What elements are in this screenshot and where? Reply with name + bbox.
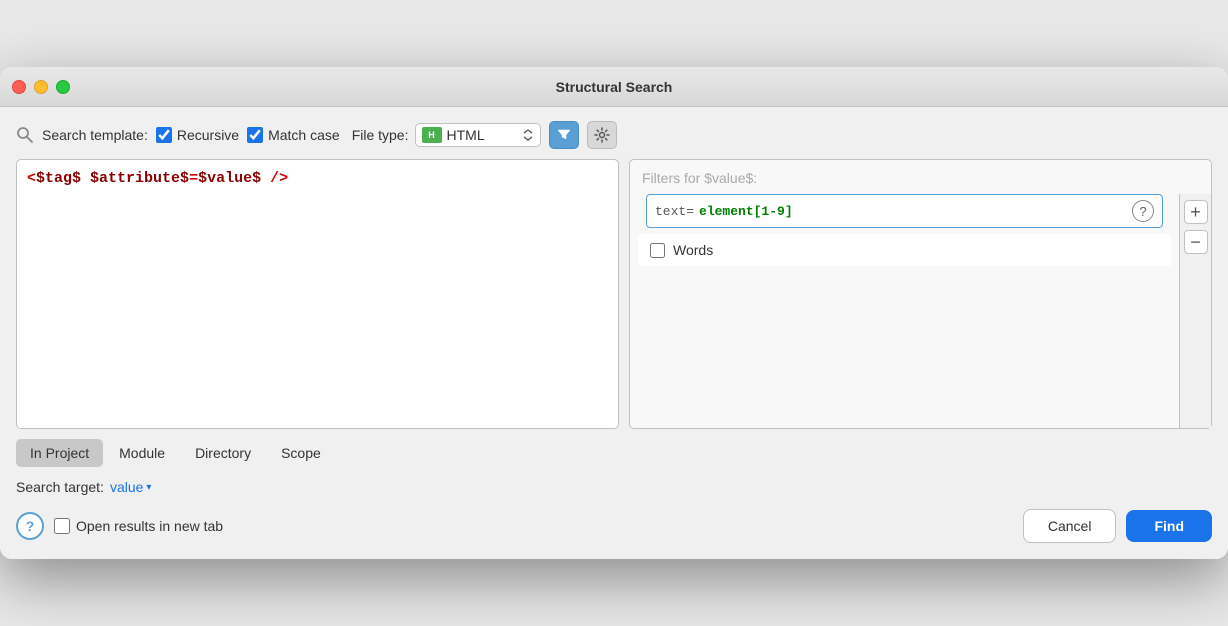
close-bracket: /> [261,170,288,187]
right-panel-body: text= ? Words + [630,194,1211,428]
scope-tab-scope[interactable]: Scope [267,439,335,467]
value-variable: $value$ [198,170,261,187]
words-row: Words [638,234,1171,266]
scope-tab-in-project[interactable]: In Project [16,439,103,467]
search-icon [16,126,34,144]
close-button[interactable] [12,80,26,94]
right-panel-sidebar: + − [1179,194,1211,428]
find-button[interactable]: Find [1126,510,1212,542]
search-template-label: Search template: [42,127,148,143]
search-target-label: Search target: [16,479,104,495]
title-bar: Structural Search [0,67,1228,107]
bottom-right: Cancel Find [1023,509,1212,543]
open-results-checkbox[interactable] [54,518,70,534]
minimize-button[interactable] [34,80,48,94]
recursive-checkbox-group: Recursive [156,127,239,143]
filter-icon [557,128,571,142]
file-type-select-wrap[interactable]: H HTML CSS JavaScript XML [415,123,541,147]
html-icon: H [422,127,442,143]
open-results-group: Open results in new tab [54,518,223,534]
filter-value-input[interactable] [699,204,1123,219]
search-target-dropdown[interactable]: value ▾ [110,479,152,495]
open-bracket: < [27,170,36,187]
file-type-group: File type: H HTML CSS JavaScript XML [352,123,541,147]
left-panel[interactable]: <$tag$ $attribute$=$value$ /> [16,159,619,429]
content-area: Search template: Recursive Match case Fi… [0,107,1228,559]
attribute-variable: $attribute$ [90,170,189,187]
add-filter-button[interactable]: + [1184,200,1208,224]
bottom-row: ? Open results in new tab Cancel Find [16,509,1212,543]
maximize-button[interactable] [56,80,70,94]
window: Structural Search Search template: Recur… [0,67,1228,559]
filter-help-button[interactable]: ? [1132,200,1154,222]
spinner-icon [522,129,534,141]
words-checkbox[interactable] [650,243,665,258]
gear-icon [594,127,610,143]
filter-key: text= [655,204,694,219]
right-panel-main: text= ? Words [630,194,1179,428]
file-type-label: File type: [352,127,409,143]
scope-tabs: In Project Module Directory Scope [16,439,1212,467]
right-panel: Filters for $value$: text= ? [629,159,1212,429]
match-case-label: Match case [268,127,340,143]
search-target-value: value [110,479,143,495]
window-title: Structural Search [556,79,673,95]
settings-button[interactable] [587,121,617,149]
filter-input-row[interactable]: text= ? [646,194,1163,228]
open-results-label: Open results in new tab [76,518,223,534]
remove-filter-button[interactable]: − [1184,230,1208,254]
bottom-left: ? Open results in new tab [16,512,223,540]
template-code: <$tag$ $attribute$=$value$ /> [27,170,608,187]
traffic-lights [12,80,70,94]
cancel-button[interactable]: Cancel [1023,509,1117,543]
file-type-select[interactable]: HTML CSS JavaScript XML [447,127,517,143]
match-case-checkbox-group: Match case [247,127,340,143]
toolbar: Search template: Recursive Match case Fi… [16,121,1212,149]
tag-variable: $tag$ [36,170,81,187]
match-case-checkbox[interactable] [247,127,263,143]
words-label: Words [673,242,713,258]
filter-button[interactable] [549,121,579,149]
panels: <$tag$ $attribute$=$value$ /> Filters fo… [16,159,1212,429]
dropdown-arrow-icon: ▾ [146,482,151,493]
recursive-checkbox[interactable] [156,127,172,143]
search-target-row: Search target: value ▾ [16,479,1212,495]
recursive-label: Recursive [177,127,239,143]
scope-tab-module[interactable]: Module [105,439,179,467]
help-button[interactable]: ? [16,512,44,540]
filters-header: Filters for $value$: [630,160,1211,194]
scope-tab-directory[interactable]: Directory [181,439,265,467]
